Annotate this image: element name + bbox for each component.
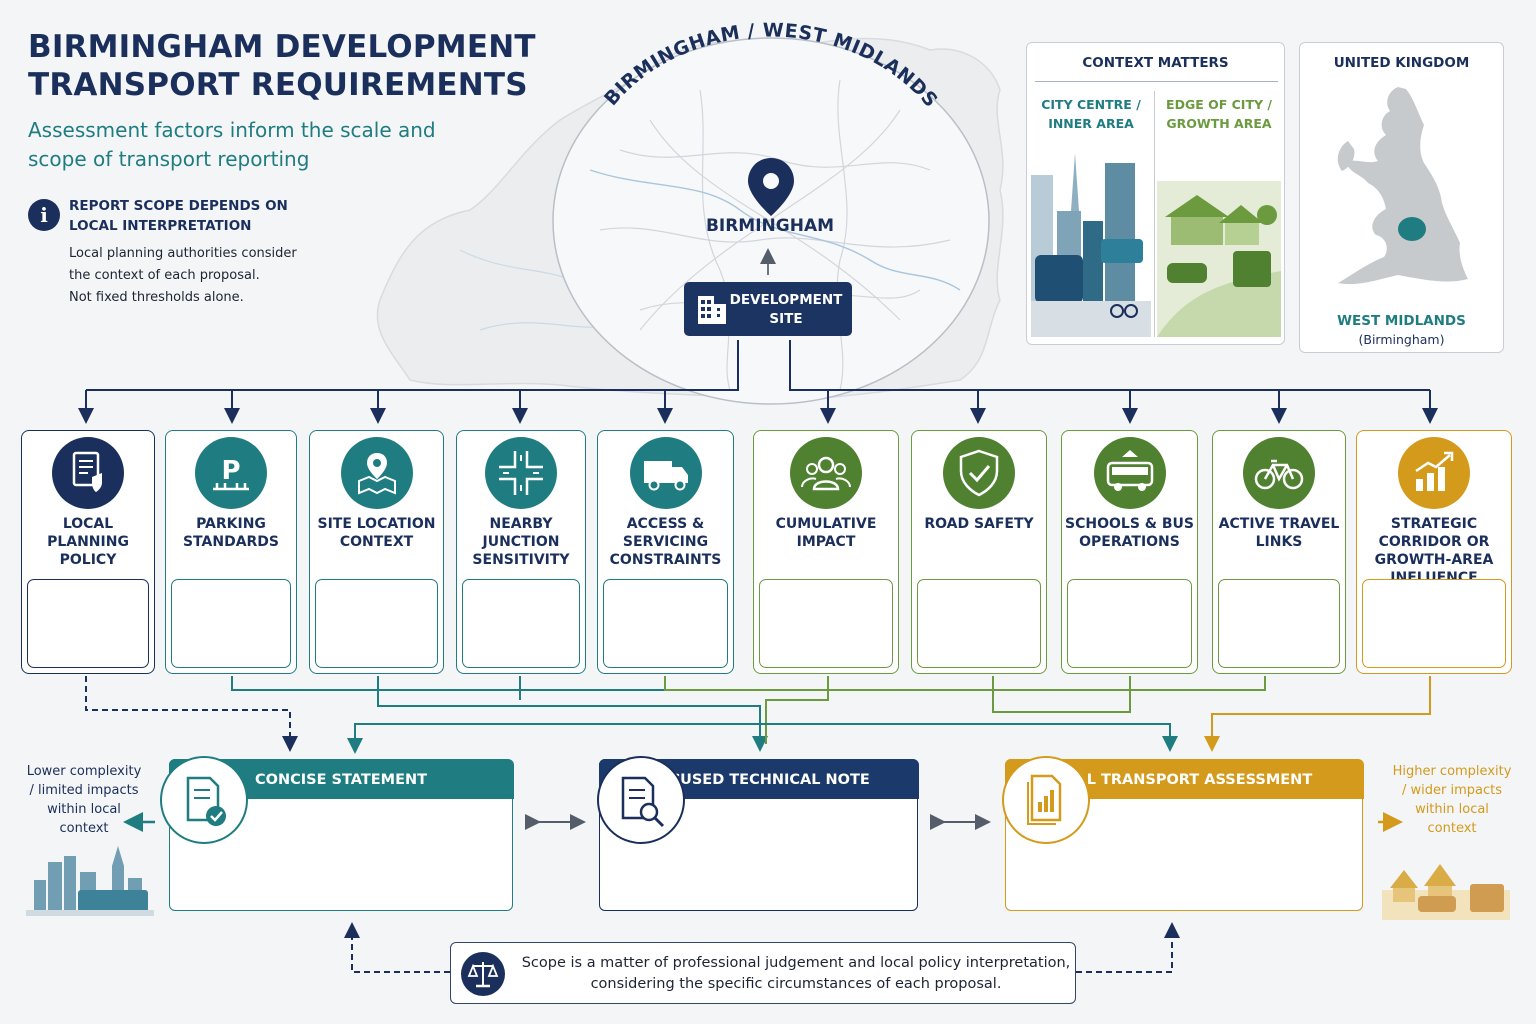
uk-map-icon bbox=[1337, 87, 1468, 285]
shield-check-icon bbox=[943, 437, 1015, 509]
factor-card-schools-bus-operations: SCHOOLS & BUS OPERATIONS bbox=[1061, 430, 1198, 674]
info-line: Local planning authorities consider bbox=[69, 246, 297, 261]
bicycle-icon bbox=[1243, 437, 1315, 509]
factor-label: LOCAL PLANNING POLICY bbox=[47, 516, 129, 568]
growth-chart-icon bbox=[1398, 437, 1470, 509]
info-heading: REPORT SCOPE DEPENDS ON LOCAL INTERPRETA… bbox=[69, 198, 288, 234]
scales-icon bbox=[461, 952, 505, 996]
school-bus-icon bbox=[1093, 437, 1166, 509]
page-title: BIRMINGHAM DEVELOPMENT TRANSPORT REQUIRE… bbox=[28, 28, 548, 104]
building-icon bbox=[698, 296, 726, 324]
map-pin-icon bbox=[340, 437, 413, 509]
factor-notes-box bbox=[27, 579, 149, 668]
factor-label: ROAD SAFETY bbox=[924, 516, 1034, 532]
factor-label: ACCESS & SERVICING CONSTRAINTS bbox=[609, 516, 722, 568]
uk-title: UNITED KINGDOM bbox=[1333, 55, 1470, 71]
factor-label: SITE LOCATION CONTEXT bbox=[317, 516, 436, 550]
factor-card-active-travel-links: ACTIVE TRAVEL LINKS bbox=[1212, 430, 1346, 674]
uk-region-label: WEST MIDLANDS bbox=[1337, 313, 1466, 329]
factor-card-cumulative-impact: CUMULATIVE IMPACT bbox=[753, 430, 899, 674]
policy-document-icon bbox=[52, 437, 124, 509]
title-line-1: BIRMINGHAM DEVELOPMENT bbox=[28, 29, 536, 65]
factor-card-nearby-junction-sensitivity: NEARBY JUNCTION SENSITIVITY bbox=[456, 430, 586, 674]
page-subtitle: Assessment factors inform the scale and … bbox=[28, 118, 436, 171]
context-title: CONTEXT MATTERS bbox=[1082, 55, 1229, 71]
truck-icon bbox=[629, 437, 702, 509]
factor-card-strategic-corridor: STRATEGIC CORRIDOR OR GROWTH-AREA INFLUE… bbox=[1356, 430, 1512, 674]
factor-label: SCHOOLS & BUS OPERATIONS bbox=[1065, 516, 1194, 550]
uk-panel: UNITED KINGDOM WEST MIDLANDS (Birmingham… bbox=[1299, 42, 1504, 353]
info-line: the context of each proposal. bbox=[69, 268, 260, 283]
city-skyline-illustration bbox=[26, 846, 154, 916]
document-check-icon bbox=[160, 756, 248, 844]
factor-notes-box bbox=[1067, 579, 1192, 668]
factor-label: PARKING STANDARDS bbox=[182, 516, 280, 550]
development-site-box: DEVELOPMENT SITE bbox=[684, 282, 852, 336]
development-site-label: DEVELOPMENT SITE bbox=[729, 292, 843, 327]
info-line: Not fixed thresholds alone. bbox=[69, 290, 244, 305]
people-group-icon bbox=[790, 437, 862, 509]
factor-card-access-servicing-constraints: ACCESS & SERVICING CONSTRAINTS bbox=[597, 430, 734, 674]
factor-notes-box bbox=[171, 579, 291, 668]
judgement-text: Scope is a matter of professional judgem… bbox=[521, 955, 1071, 992]
factor-notes-box bbox=[462, 579, 580, 668]
factor-label: STRATEGIC CORRIDOR OR GROWTH-AREA INFLUE… bbox=[1374, 516, 1494, 586]
svg-text:P: P bbox=[221, 456, 240, 486]
judgement-box: Scope is a matter of professional judgem… bbox=[450, 942, 1076, 1004]
edge-of-city-label: EDGE OF CITY / GROWTH AREA bbox=[1166, 97, 1272, 131]
info-icon: i bbox=[28, 199, 60, 231]
factor-notes-box bbox=[917, 579, 1041, 668]
report-chart-icon bbox=[1002, 756, 1090, 844]
factor-label: CUMULATIVE IMPACT bbox=[775, 516, 877, 550]
parking-icon: P bbox=[195, 437, 267, 509]
factor-card-parking-standards: P PARKING STANDARDS bbox=[165, 430, 297, 674]
info-body: Local planning authorities consider the … bbox=[69, 243, 329, 309]
title-line-2: TRANSPORT REQUIREMENTS bbox=[28, 67, 528, 103]
map-city-label: BIRMINGHAM bbox=[705, 216, 835, 236]
lower-complexity-note: Lower complexity / limited impacts withi… bbox=[26, 764, 142, 836]
factor-notes-box bbox=[1362, 579, 1506, 668]
uk-region-sub: (Birmingham) bbox=[1358, 332, 1445, 347]
factor-card-local-planning-policy: LOCAL PLANNING POLICY bbox=[21, 430, 155, 674]
suburb-illustration bbox=[1382, 864, 1510, 920]
higher-complexity-note: Higher complexity / wider impacts within… bbox=[1392, 764, 1512, 836]
factor-card-site-location-context: SITE LOCATION CONTEXT bbox=[309, 430, 444, 674]
factor-notes-box bbox=[315, 579, 438, 668]
factor-card-road-safety: ROAD SAFETY bbox=[911, 430, 1047, 674]
factor-label: NEARBY JUNCTION SENSITIVITY bbox=[472, 516, 570, 568]
city-centre-illustration bbox=[1031, 153, 1151, 337]
factor-notes-box bbox=[759, 579, 893, 668]
factor-label: ACTIVE TRAVEL LINKS bbox=[1218, 516, 1340, 550]
context-panel: CONTEXT MATTERS CITY CENTRE / INNER AREA… bbox=[1026, 42, 1285, 345]
document-search-icon bbox=[597, 756, 685, 844]
factor-notes-box bbox=[603, 579, 728, 668]
city-centre-label: CITY CENTRE / INNER AREA bbox=[1041, 97, 1141, 131]
factor-notes-box bbox=[1218, 579, 1340, 668]
edge-of-city-illustration bbox=[1157, 181, 1281, 337]
junction-icon bbox=[485, 437, 557, 509]
